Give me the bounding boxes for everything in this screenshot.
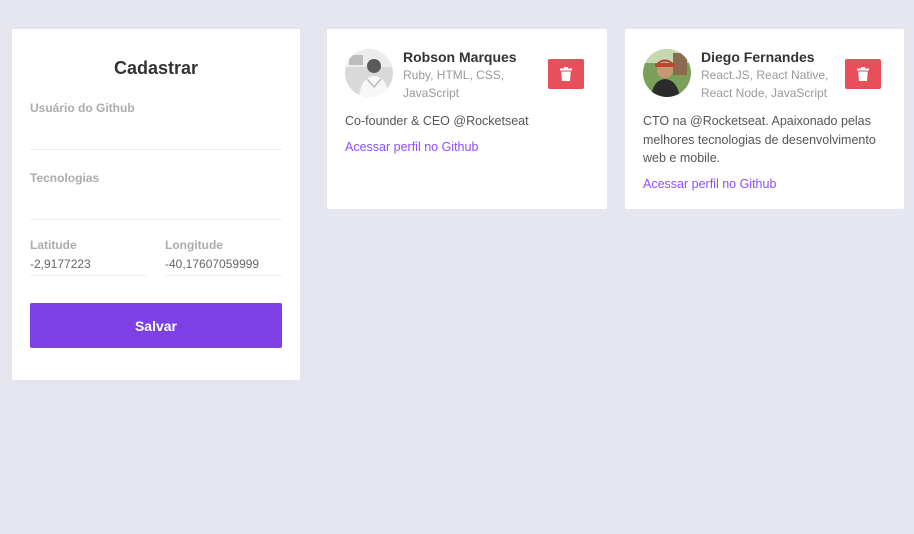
github-username-input[interactable] <box>30 120 282 150</box>
dev-card-header: Robson Marques Ruby, HTML, CSS, JavaScri… <box>345 49 589 103</box>
register-form-card: Cadastrar Usuário do Github Tecnologias … <box>12 29 300 380</box>
coordinates-row: Latitude Longitude <box>30 238 282 276</box>
delete-button[interactable] <box>845 59 881 89</box>
dev-card: Robson Marques Ruby, HTML, CSS, JavaScri… <box>327 29 607 209</box>
delete-button[interactable] <box>548 59 584 89</box>
latitude-field: Latitude <box>30 238 147 276</box>
avatar <box>345 49 393 97</box>
techs-field: Tecnologias <box>30 171 282 220</box>
longitude-label: Longitude <box>165 238 223 252</box>
form-title: Cadastrar <box>113 58 199 78</box>
trash-icon <box>560 67 572 81</box>
github-label: Usuário do Github <box>30 101 135 115</box>
avatar-photo-icon <box>643 49 691 97</box>
github-profile-link[interactable]: Acessar perfil no Github <box>643 177 886 191</box>
trash-icon <box>857 67 869 81</box>
longitude-input[interactable] <box>165 252 282 276</box>
github-profile-link[interactable]: Acessar perfil no Github <box>345 140 589 154</box>
user-info: Robson Marques Ruby, HTML, CSS, JavaScri… <box>403 49 543 102</box>
techs-label: Tecnologias <box>30 171 100 185</box>
dev-techs: Ruby, HTML, CSS, JavaScript <box>403 68 505 100</box>
latitude-input[interactable] <box>30 252 147 276</box>
dev-bio: Co-founder & CEO @Rocketseat <box>345 114 529 128</box>
latitude-label: Latitude <box>30 238 77 252</box>
avatar-photo-icon <box>345 49 393 97</box>
save-button[interactable]: Salvar <box>30 303 282 348</box>
dev-bio: CTO na @Rocketseat. Apaixonado pelas mel… <box>643 114 876 165</box>
avatar <box>643 49 691 97</box>
dev-card-header: Diego Fernandes React.JS, React Native, … <box>643 49 886 103</box>
dev-name: Robson Marques <box>403 49 517 65</box>
techs-input[interactable] <box>30 190 282 220</box>
user-info: Diego Fernandes React.JS, React Native, … <box>701 49 841 102</box>
dev-name: Diego Fernandes <box>701 49 815 65</box>
github-field: Usuário do Github <box>30 101 282 150</box>
dev-techs: React.JS, React Native, React Node, Java… <box>701 68 829 100</box>
dev-card: Diego Fernandes React.JS, React Native, … <box>625 29 904 209</box>
longitude-field: Longitude <box>165 238 282 276</box>
